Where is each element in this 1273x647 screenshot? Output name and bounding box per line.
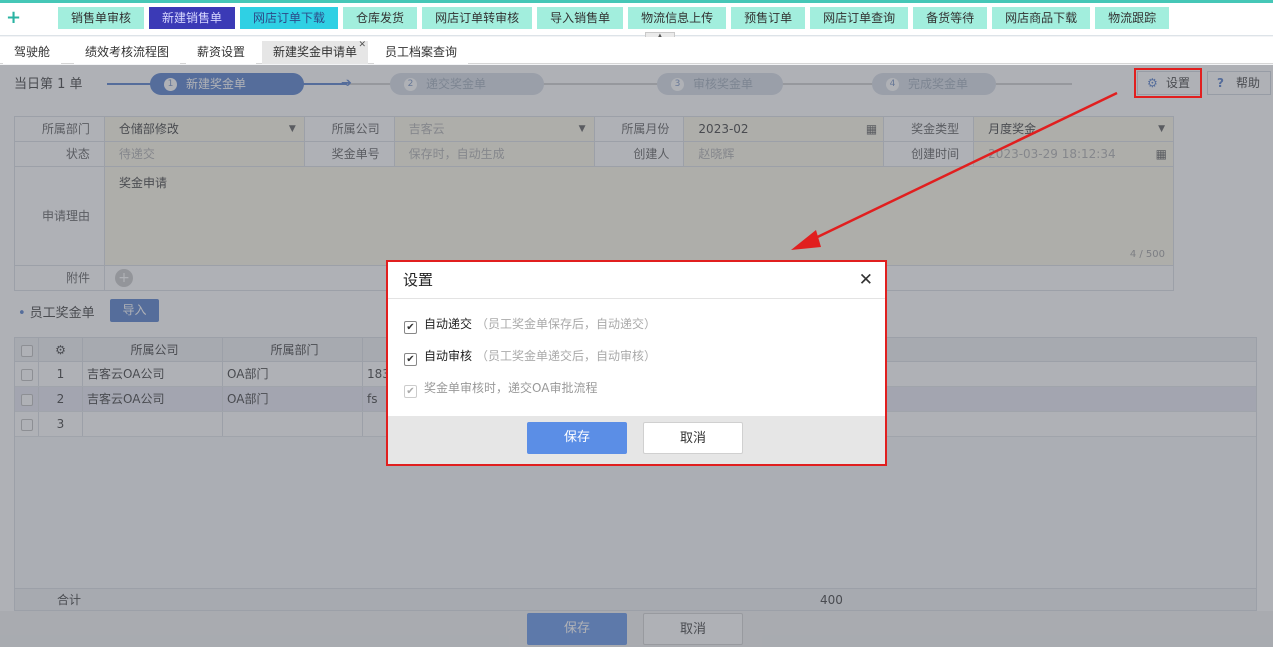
annotation-arrow: [791, 91, 1118, 250]
